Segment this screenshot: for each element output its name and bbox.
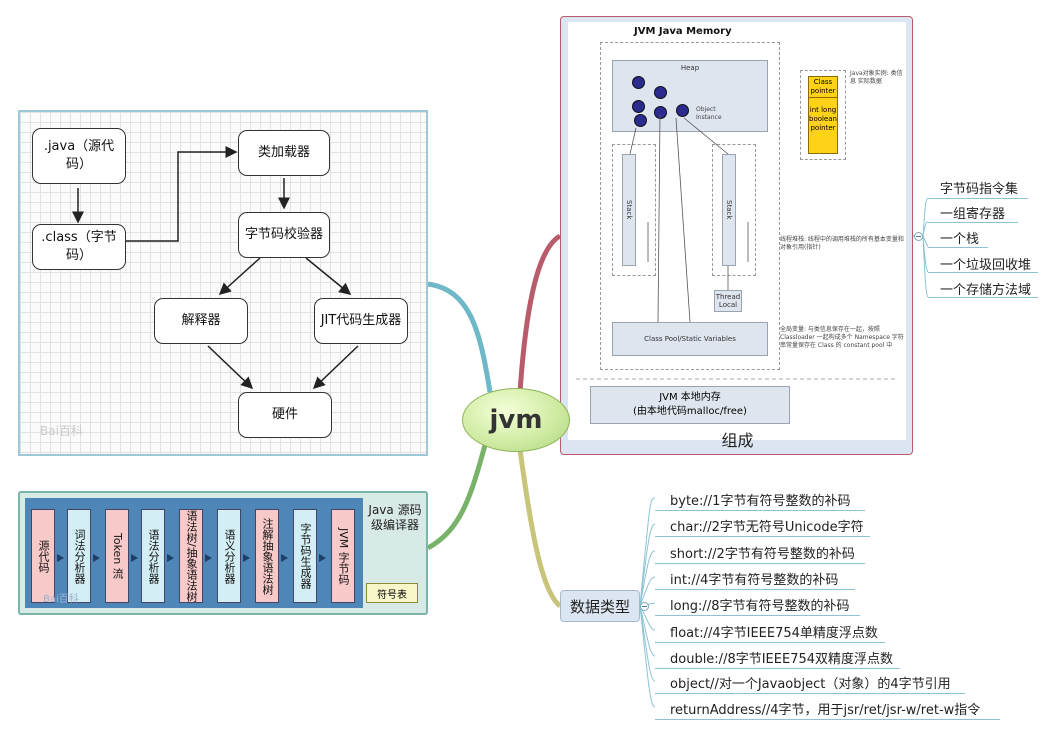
pipeline-arrow [167,554,174,562]
datatype-char[interactable]: char://2字节无符号Unicode字符 [670,516,864,535]
topic-underline [655,536,870,537]
topic-underline [655,668,900,669]
class-pointer-label: Class pointer [809,77,837,98]
class-pool-note: 全局变量: 与类信息保存在一起，按照 Classloader 一起构成多个 Na… [780,326,904,349]
native-memory-title: JVM 本地内存 [659,392,721,403]
collapse-toggle-icon[interactable] [640,602,649,611]
native-memory-subtitle: (由本地代码malloc/free) [633,406,747,417]
topic-underline [655,615,860,616]
stage-parser: 语法分析器 [141,509,165,603]
stack-topic[interactable]: 一个栈 [940,228,979,247]
pipeline-arrow [281,554,288,562]
registers-topic[interactable]: 一组寄存器 [940,203,1005,222]
symbol-table-box: 符号表 [366,583,418,603]
gc-heap-topic[interactable]: 一个垃圾回收堆 [940,254,1031,273]
datatype-double[interactable]: double://8字节IEEE754双精度浮点数 [670,648,893,667]
datatype-float[interactable]: float://4字节IEEE754单精度浮点数 [670,622,878,641]
compiler-pipeline-panel: 源代码 词法分析器 Token 流 语法分析器 语法树/抽象语法树 语义分析器 … [18,491,428,615]
memory-section-label: 组成 [721,431,754,450]
jvm-memory-diagram: JVM Java Memory Heap Object Instance Sta… [568,22,906,440]
branch-to-class-loading [427,281,493,393]
branch-to-memory [517,233,562,393]
topic-underline [655,589,855,590]
topic-underline [655,563,865,564]
topic-underline [655,719,1000,720]
pipeline-arrow [243,554,250,562]
topic-underline [928,272,1038,273]
baidu-watermark: Bai百科 [43,594,79,605]
topic-underline [655,510,865,511]
pipeline-arrow [319,554,326,562]
topic-underline [928,222,1018,223]
stage-semantic-analyzer: 语义分析器 [217,509,241,603]
stack-note: 线程堆栈: 线程中的调用堆栈的所有基本变量和对象引用(指针) [780,236,904,251]
stage-bytecode-generator: 字节码生成器 [293,509,317,603]
topic-underline [928,247,988,248]
object-note: Java对象实例: 类信息 实际数据 [850,70,903,85]
class-loading-panel: .java（源代码） .class（字节码） 类加载器 字节码校验器 解释器 J… [18,110,428,456]
stage-token-stream: Token 流 [105,509,129,603]
stage-annotated-ast: 注解抽象语法树 [255,509,279,603]
java-source-node: .java（源代码） [32,128,126,184]
bytecode-verifier-node: 字节码校验器 [238,212,330,258]
stage-source-code: 源代码 [31,509,55,603]
datatype-long[interactable]: long://8字节有符号整数的补码 [670,595,849,614]
datatype-return-address[interactable]: returnAddress//4字节，用于jsr/ret/jsr-w/ret-w… [670,699,980,718]
native-memory-box: JVM 本地内存 (由本地代码malloc/free) [590,386,790,424]
compiler-title: Java 源码级编译器 [368,503,422,532]
pipeline-arrow [205,554,212,562]
object-layout-box: Class pointer int long boolean pointer [808,76,838,154]
datatype-short[interactable]: short://2字节有符号整数的补码 [670,543,855,562]
pipeline-arrow [93,554,100,562]
stage-jvm-bytecode: JVM 字节码 [331,509,355,603]
baidu-watermark: Bai百科 [40,424,83,438]
stage-syntax-tree: 语法树/抽象语法树 [179,509,203,603]
stage-lexer: 词法分析器 [67,509,91,603]
datatype-object[interactable]: object//对一个Javaobject（对象）的4字节引用 [670,673,951,692]
topic-underline [655,642,885,643]
pipeline-arrow [57,554,64,562]
pipeline-stage-strip: 源代码 词法分析器 Token 流 语法分析器 语法树/抽象语法树 语义分析器 … [25,498,363,608]
data-types-topic[interactable]: 数据类型 [560,590,640,622]
central-topic-label: jvm [489,405,543,435]
class-file-node: .class（字节码） [32,224,126,270]
jvm-memory-panel: JVM Java Memory Heap Object Instance Sta… [560,16,913,455]
topic-underline [928,198,1028,199]
datatype-byte[interactable]: byte://1字节有符号整数的补码 [670,490,850,509]
method-area-topic[interactable]: 一个存储方法域 [940,279,1031,298]
hardware-node: 硬件 [238,392,332,438]
collapse-toggle-icon[interactable] [914,232,923,241]
interpreter-node: 解释器 [154,298,248,344]
class-loader-node: 类加载器 [238,130,330,176]
instruction-set-topic[interactable]: 字节码指令集 [940,178,1018,197]
central-topic-jvm[interactable]: jvm [462,388,570,452]
jit-generator-node: JIT代码生成器 [314,298,408,344]
pipeline-arrow [131,554,138,562]
topic-underline [928,297,1038,298]
primitive-fields-label: int long boolean pointer [809,106,837,132]
branch-to-compiler [426,444,488,551]
datatype-int[interactable]: int://4字节有符号整数的补码 [670,569,838,588]
topic-underline [655,693,965,694]
branch-to-data-types [517,449,562,608]
